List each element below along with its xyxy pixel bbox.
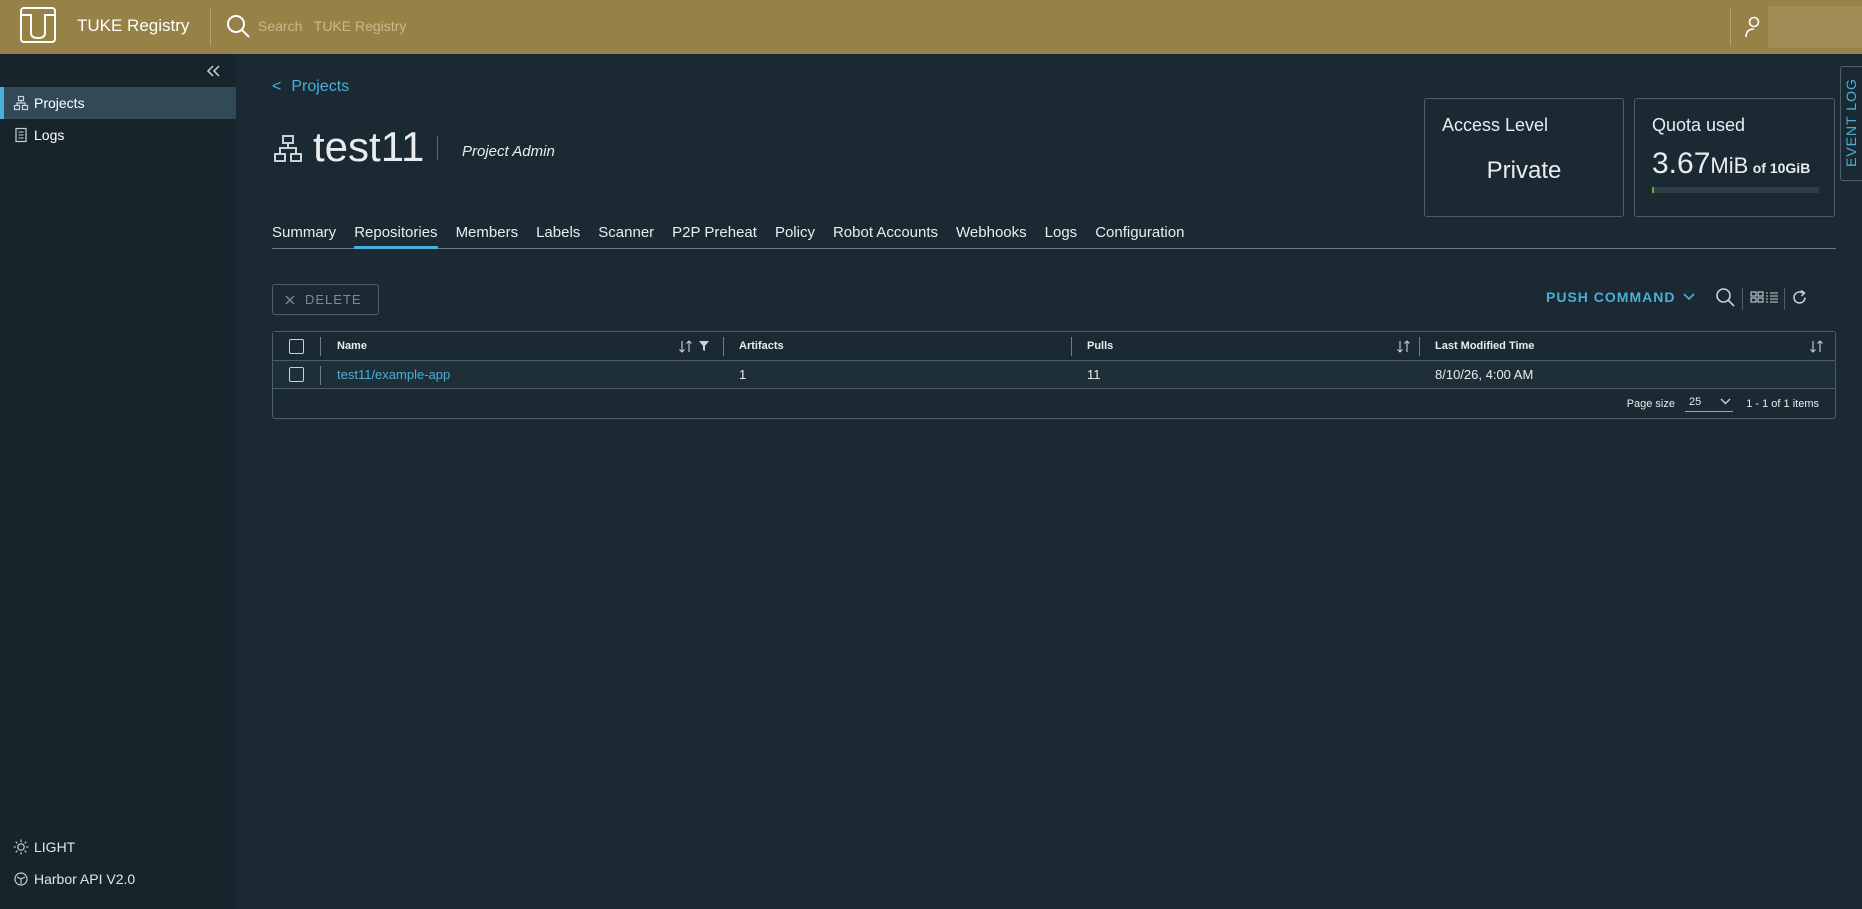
- access-level-title: Access Level: [1442, 115, 1549, 135]
- tab-members[interactable]: Members: [456, 224, 519, 249]
- quota-value: 3.67MiB of 10GiB: [1652, 147, 1810, 181]
- table-row: test11/example-app 1 11 8/10/26, 4:00 AM: [273, 361, 1835, 389]
- chevron-down-icon: [1683, 293, 1696, 301]
- header-divider: [210, 8, 211, 46]
- top-header: TUKE Registry: [0, 0, 1862, 54]
- event-log-toggle[interactable]: EVENT LOG: [1840, 66, 1862, 181]
- tab-scanner[interactable]: Scanner: [598, 224, 654, 249]
- quota-progress-fill: [1652, 187, 1654, 193]
- page-size-value: 25: [1689, 396, 1702, 408]
- row-checkbox[interactable]: [289, 367, 304, 382]
- search-icon: [227, 15, 250, 38]
- filter-icon[interactable]: [698, 340, 710, 352]
- tab-labels[interactable]: Labels: [536, 224, 580, 249]
- api-icon: [14, 872, 28, 886]
- title-divider: [437, 136, 438, 160]
- repository-name-cell: test11/example-app: [337, 361, 450, 388]
- artifacts-cell: 1: [739, 367, 747, 382]
- sort-icon[interactable]: [1810, 340, 1824, 353]
- tab-summary[interactable]: Summary: [272, 224, 336, 249]
- repositories-table: Name Artifacts Pulls Last Modified Time: [272, 331, 1836, 419]
- page-size-select[interactable]: 25: [1685, 394, 1733, 412]
- sort-icon[interactable]: [1397, 340, 1411, 353]
- access-level-value: Private: [1486, 157, 1562, 184]
- back-to-projects-link[interactable]: < Projects: [272, 78, 349, 96]
- app-title[interactable]: TUKE Registry: [77, 16, 189, 36]
- header-divider: [1730, 8, 1731, 46]
- column-divider: [723, 337, 724, 356]
- tab-policy[interactable]: Policy: [775, 224, 815, 249]
- tab-logs[interactable]: Logs: [1045, 224, 1078, 249]
- projects-icon: [13, 95, 29, 111]
- sun-icon: [13, 839, 29, 855]
- column-divider: [320, 366, 321, 385]
- quota-card: Quota used 3.67MiB of 10GiB: [1634, 98, 1835, 217]
- theme-toggle[interactable]: LIGHT: [13, 839, 75, 855]
- column-header-name[interactable]: Name: [337, 332, 367, 360]
- quota-progress-bar: [1652, 187, 1819, 193]
- sidebar-item-logs[interactable]: Logs: [0, 119, 236, 151]
- page-size-label: Page size: [1626, 398, 1675, 410]
- search-input[interactable]: [258, 14, 658, 38]
- quota-title: Quota used: [1652, 115, 1746, 135]
- project-tabs: Summary Repositories Members Labels Scan…: [272, 224, 1836, 249]
- select-all-checkbox[interactable]: [289, 338, 304, 354]
- sidebar-item-projects[interactable]: Projects: [0, 87, 236, 119]
- theme-toggle-label: LIGHT: [34, 839, 76, 855]
- tab-p2p-preheat[interactable]: P2P Preheat: [672, 224, 757, 249]
- pulls-cell: 11: [1087, 367, 1101, 382]
- chevron-left-icon: <: [272, 78, 282, 95]
- close-icon: [285, 295, 295, 304]
- last-modified-cell: 8/10/26, 4:00 AM: [1435, 367, 1534, 382]
- push-command-dropdown[interactable]: PUSH COMMAND: [1546, 289, 1696, 305]
- column-divider: [1419, 337, 1420, 356]
- table-header: Name Artifacts Pulls Last Modified Time: [273, 332, 1835, 361]
- card-view-icon[interactable]: [1750, 290, 1764, 304]
- project-icon: [274, 135, 302, 162]
- project-name: test11: [313, 123, 425, 170]
- delete-button[interactable]: DELETE: [272, 284, 379, 315]
- tab-repositories[interactable]: Repositories: [354, 224, 438, 249]
- push-command-label: PUSH COMMAND: [1546, 289, 1676, 305]
- harbor-api-link[interactable]: Harbor API V2.0: [13, 871, 135, 887]
- repository-link[interactable]: test11/example-app: [337, 367, 450, 382]
- tab-robot-accounts[interactable]: Robot Accounts: [833, 224, 938, 249]
- harbor-api-label: Harbor API V2.0: [34, 871, 136, 887]
- column-header-artifacts[interactable]: Artifacts: [739, 332, 784, 360]
- select-all-cell: [289, 332, 304, 360]
- list-view-icon[interactable]: [1765, 290, 1779, 304]
- harbor-logo-icon[interactable]: [20, 7, 56, 43]
- tab-webhooks[interactable]: Webhooks: [956, 224, 1027, 249]
- chevron-down-icon: [1720, 398, 1731, 405]
- delete-label: DELETE: [305, 292, 362, 307]
- sidebar-item-label: Projects: [34, 95, 85, 111]
- toolbar-divider: [1784, 288, 1785, 310]
- collapse-sidebar-icon[interactable]: [204, 62, 222, 80]
- column-header-last-modified[interactable]: Last Modified Time: [1435, 332, 1534, 360]
- user-icon[interactable]: [1745, 16, 1765, 38]
- column-header-pulls[interactable]: Pulls: [1087, 332, 1113, 360]
- pagination-info: 1 - 1 of 1 items: [1746, 398, 1819, 410]
- column-divider: [320, 337, 321, 356]
- sidebar-item-label: Logs: [34, 127, 65, 143]
- tab-configuration[interactable]: Configuration: [1095, 224, 1184, 249]
- back-link-label: Projects: [291, 78, 350, 95]
- user-menu[interactable]: [1768, 6, 1862, 48]
- row-select-cell: [289, 361, 304, 388]
- project-role: Project Admin: [462, 143, 555, 160]
- table-footer: Page size 25 1 - 1 of 1 items: [273, 389, 1835, 419]
- quota-used-number: 3.67: [1652, 147, 1711, 180]
- access-level-card: Access Level Private: [1424, 98, 1624, 217]
- main-content: < Projects test11 Project Admin Access Le…: [236, 54, 1862, 909]
- refresh-icon[interactable]: [1791, 289, 1808, 306]
- quota-total: of 10GiB: [1752, 160, 1811, 176]
- logs-icon: [15, 127, 27, 143]
- event-log-label: EVENT LOG: [1843, 78, 1859, 167]
- toolbar-divider: [1742, 288, 1743, 310]
- sidebar: Projects Logs LIGHT Harbor API V2.0: [0, 54, 236, 909]
- search-icon[interactable]: [1715, 287, 1735, 307]
- column-divider: [1071, 337, 1072, 356]
- sort-icon[interactable]: [679, 340, 693, 353]
- quota-used-unit: MiB: [1710, 153, 1749, 178]
